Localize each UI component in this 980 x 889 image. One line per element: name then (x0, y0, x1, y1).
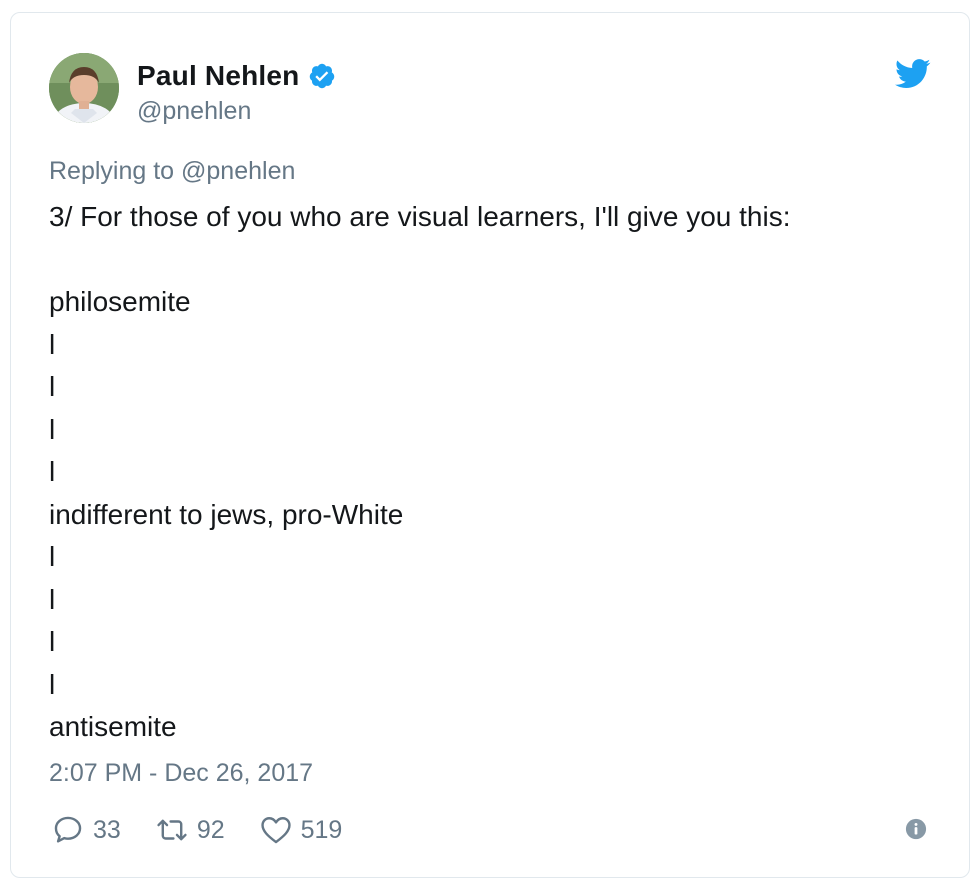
retweet-count: 92 (196, 815, 225, 844)
display-name-row: Paul Nehlen (137, 59, 336, 93)
tweet-text-line: indifferent to jews, pro-White (49, 498, 404, 530)
tweet-text-line: l (49, 668, 56, 700)
tweet-text: 3/ For those of you who are visual learn… (49, 196, 939, 749)
tweet-text-line: l (49, 328, 56, 360)
author-block: Paul Nehlen @pnehlen (137, 59, 336, 126)
retweet-icon (157, 819, 187, 841)
tweet-card: Paul Nehlen @pnehlen Replying to @pnehle… (10, 12, 970, 878)
info-icon[interactable] (905, 818, 927, 840)
tweet-text-line: l (49, 626, 56, 657)
reply-button[interactable]: 33 (51, 813, 121, 847)
tweet-text-line: l (49, 413, 56, 445)
like-button[interactable]: 519 (259, 813, 343, 847)
tweet-text-line: philosemite (49, 286, 191, 317)
tweet-timestamp[interactable]: 2:07 PM - Dec 26, 2017 (49, 759, 313, 788)
tweet-header: Paul Nehlen @pnehlen (49, 53, 939, 133)
tweet-text-line: 3/ For those of you who are visual learn… (49, 201, 791, 232)
reply-count: 33 (93, 815, 121, 844)
tweet-text-line: antisemite (49, 711, 177, 742)
tweet-text-line: l (49, 583, 56, 615)
reply-icon (54, 816, 82, 843)
tweet-text-line: l (49, 456, 56, 487)
verified-badge-icon (308, 62, 336, 90)
replying-to-label[interactable]: Replying to @pnehlen (49, 157, 295, 186)
display-name[interactable]: Paul Nehlen (137, 60, 299, 92)
author-handle[interactable]: @pnehlen (137, 97, 336, 126)
tweet-text-line: l (49, 371, 56, 402)
avatar[interactable] (49, 53, 119, 123)
tweet-actions: 33 92 519 (51, 810, 376, 850)
avatar-image (49, 53, 119, 123)
twitter-bird-icon[interactable] (895, 59, 931, 89)
tweet-text-line: l (49, 541, 56, 572)
retweet-button[interactable]: 92 (155, 813, 225, 847)
heart-icon (260, 817, 291, 844)
like-count: 519 (300, 815, 343, 844)
tweet-text-line (49, 239, 939, 282)
